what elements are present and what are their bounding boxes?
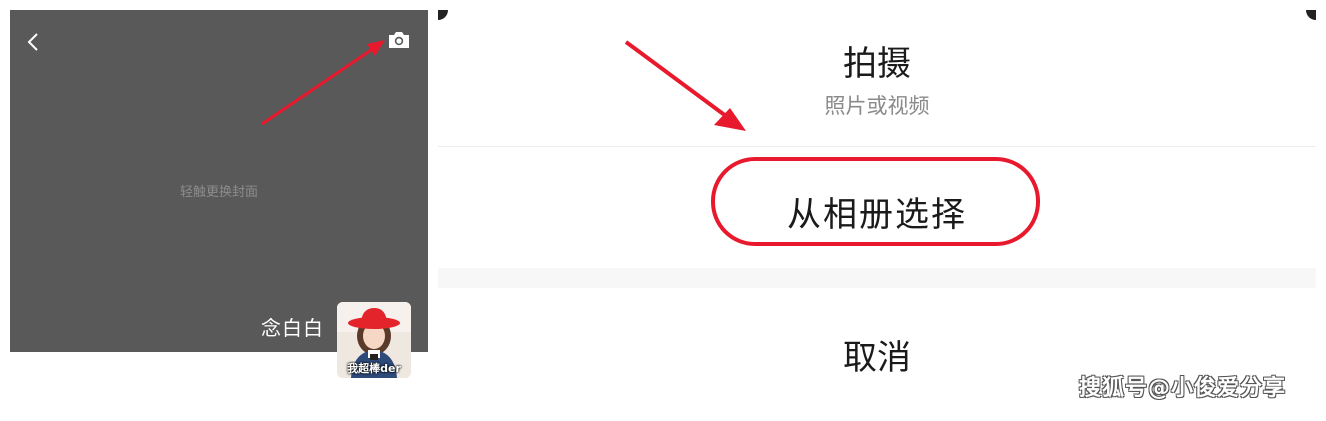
username: 念白白 xyxy=(261,316,324,340)
back-icon[interactable] xyxy=(22,30,46,54)
action-sheet: 拍摄 照片或视频 从相册选择 取消 搜狐号@小俊爱分享 xyxy=(438,10,1316,414)
camera-icon[interactable] xyxy=(387,30,411,50)
shoot-option[interactable]: 拍摄 照片或视频 xyxy=(438,10,1316,147)
shoot-subtitle: 照片或视频 xyxy=(824,94,930,118)
choose-from-album-option[interactable]: 从相册选择 xyxy=(438,147,1316,268)
avatar-caption: 我超棒der xyxy=(347,362,401,375)
shoot-title: 拍摄 xyxy=(843,44,911,84)
moments-cover-screen: 轻触更换封面 念白白 我超棒der xyxy=(10,10,428,412)
album-label: 从相册选择 xyxy=(787,195,967,235)
cover-hint-text: 轻触更换封面 xyxy=(179,185,258,200)
cover-area[interactable]: 轻触更换封面 念白白 xyxy=(10,10,428,352)
watermark-text: 搜狐号@小俊爱分享 xyxy=(1078,376,1286,401)
avatar[interactable]: 我超棒der xyxy=(337,302,411,378)
